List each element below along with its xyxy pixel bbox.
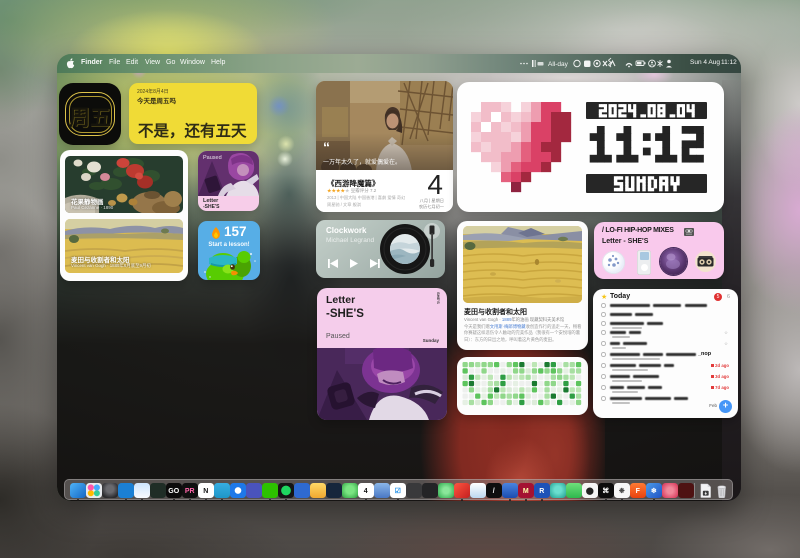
svg-text:All-day: All-day xyxy=(548,61,569,68)
